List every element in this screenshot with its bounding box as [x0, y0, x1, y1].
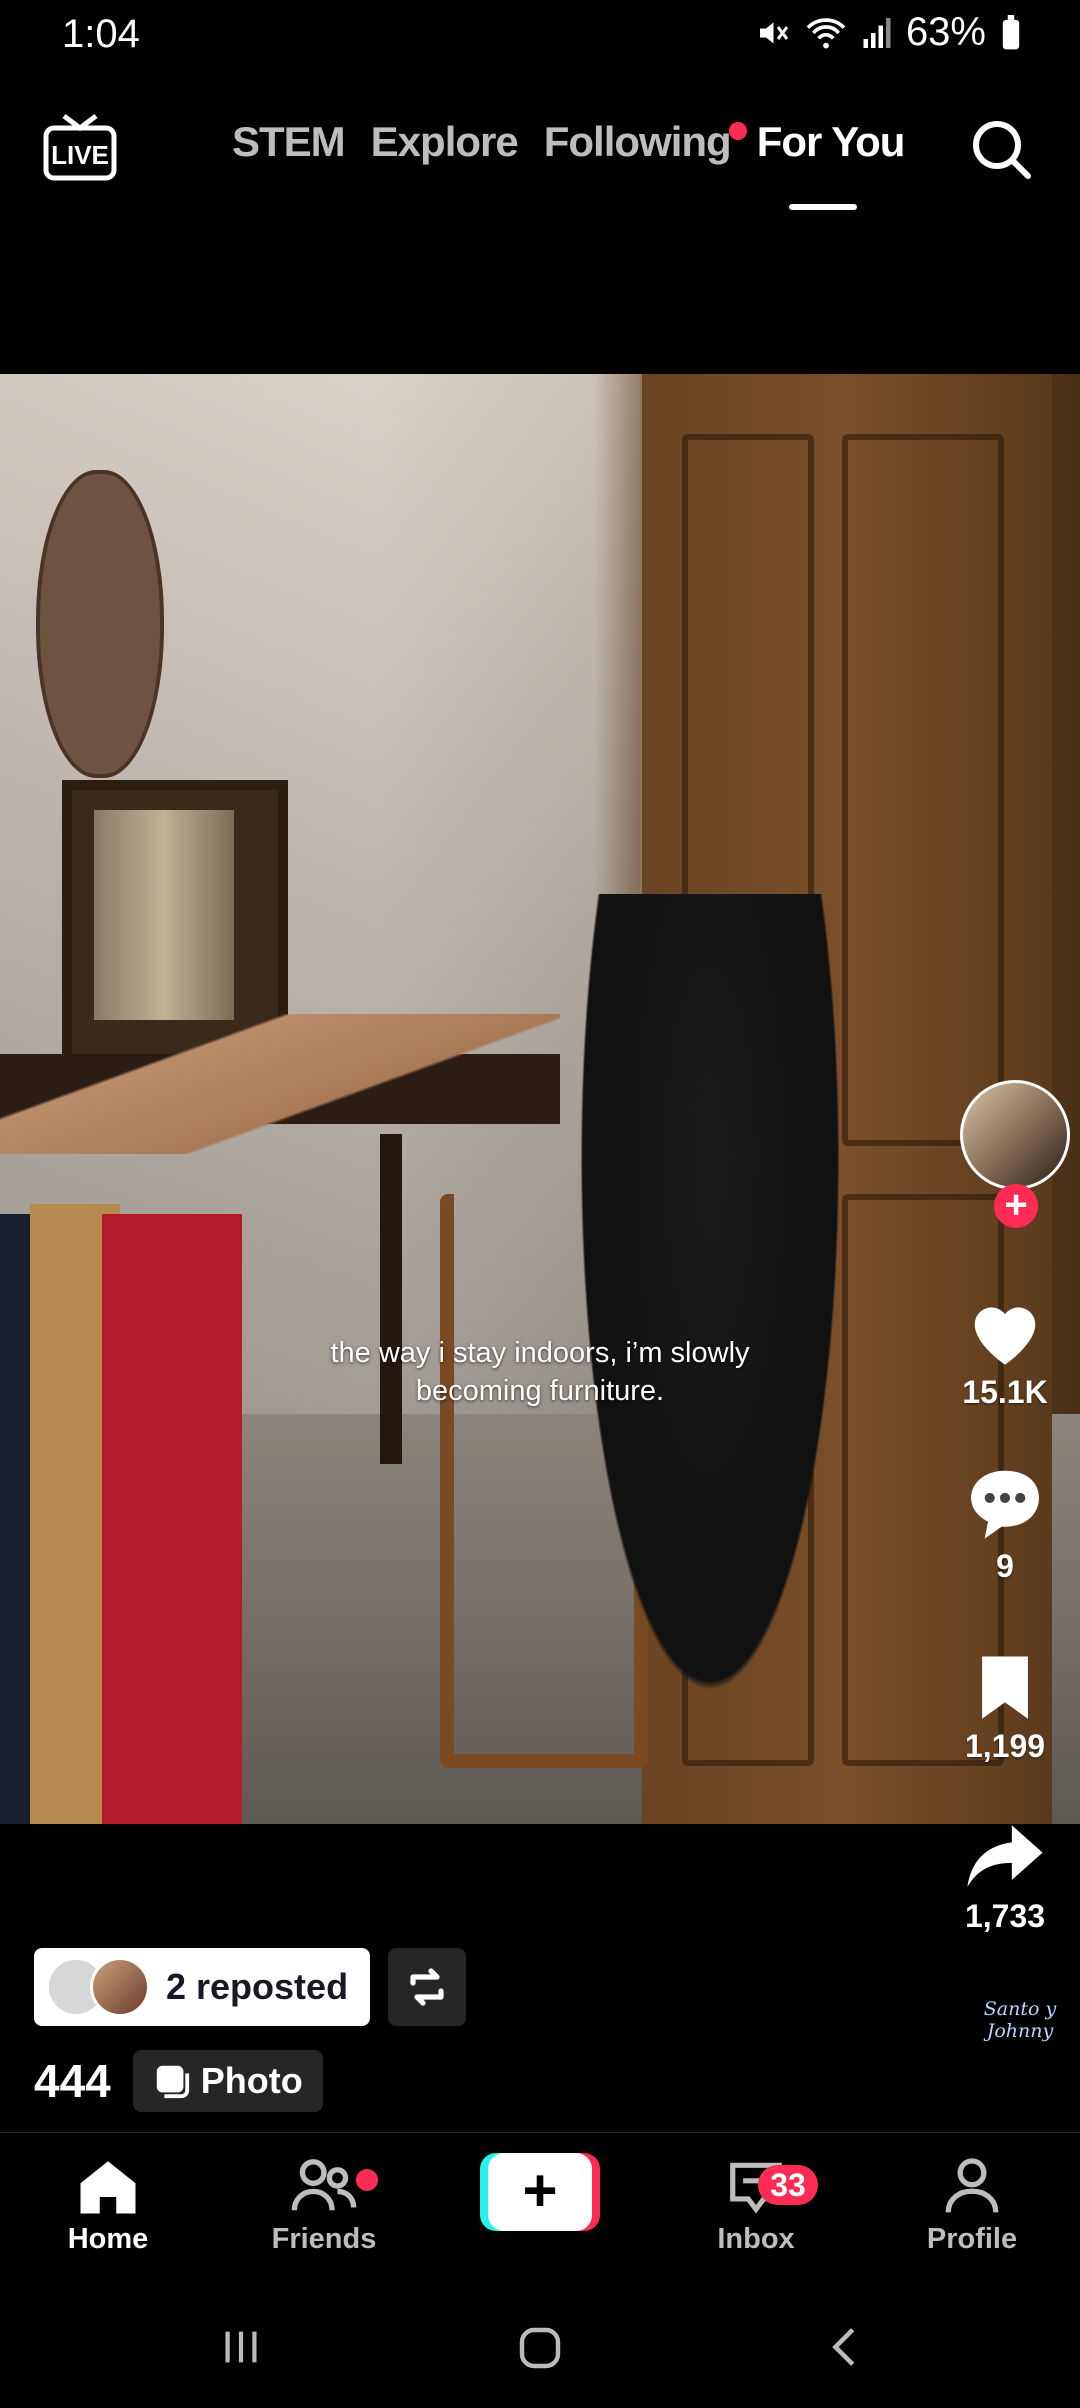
recent-apps-icon[interactable]	[218, 2324, 264, 2370]
battery-icon	[1002, 14, 1020, 49]
tab-following-label: Following	[543, 118, 732, 165]
status-bar: 1:04 63%	[0, 0, 1080, 70]
repost-row: 2 reposted	[34, 1948, 467, 2026]
svg-text:LIVE: LIVE	[51, 140, 109, 170]
nav-profile-label: Profile	[926, 2223, 1018, 2255]
active-tab-indicator	[788, 204, 857, 210]
like-button[interactable]: 15.1K	[930, 1294, 1080, 1411]
signal-icon	[863, 17, 891, 48]
post-photo[interactable]: the way i stay indoors, i’m slowly becom…	[0, 374, 1080, 1824]
heart-icon	[974, 1307, 1036, 1365]
bare-legs	[0, 1014, 560, 1154]
follow-button[interactable]: +	[994, 1184, 1038, 1228]
repost-button[interactable]	[388, 1948, 467, 2026]
battery-percent: 63%	[905, 10, 986, 54]
wall-plaque	[36, 470, 164, 778]
save-button[interactable]: 1,199	[930, 1650, 1080, 1765]
nav-home-label: Home	[67, 2223, 149, 2255]
caption-text: the way i stay indoors, i’m slowly becom…	[330, 1337, 750, 1407]
friends-notification-dot	[356, 2169, 378, 2191]
creator-avatar-wrap[interactable]: +	[960, 1080, 1070, 1230]
plus-icon: +	[488, 2153, 592, 2231]
live-button[interactable]: LIVE	[42, 112, 118, 182]
repost-avatars	[46, 1957, 150, 2017]
system-navigation	[0, 2282, 1080, 2408]
profile-icon	[945, 2158, 999, 2213]
avatar	[90, 1957, 150, 2017]
feed-tabs: STEM Explore Following For You	[232, 118, 906, 210]
search-button[interactable]	[968, 116, 1034, 182]
bottom-navigation: Home Friends + Inbox 33 Profile	[0, 2132, 1080, 2283]
fabric-red	[102, 1214, 242, 1824]
mute-icon	[759, 22, 789, 43]
wifi-icon	[806, 17, 846, 48]
bookmark-icon	[982, 1656, 1028, 1719]
notification-dot	[728, 122, 747, 140]
reposted-pill[interactable]: 2 reposted	[34, 1948, 371, 2026]
tab-for-you[interactable]: For You	[756, 118, 906, 210]
nav-friends-label: Friends	[271, 2223, 377, 2255]
save-count: 1,199	[964, 1728, 1046, 1764]
repost-icon	[410, 1968, 444, 2006]
home-button-icon[interactable]	[516, 2324, 564, 2372]
post-caption: the way i stay indoors, i’m slowly becom…	[0, 1334, 1080, 1410]
search-icon	[973, 121, 1031, 179]
top-navigation: LIVE STEM Explore Following For You	[0, 100, 1080, 220]
reposted-label: 2 reposted	[166, 1966, 349, 2007]
music-disc[interactable]: Santo y Johnny	[972, 1980, 1068, 2090]
nav-home[interactable]: Home	[28, 2155, 188, 2256]
nav-friends[interactable]: Friends	[244, 2155, 404, 2256]
post-count: 444	[34, 2055, 111, 2107]
photo-label: Photo	[200, 2060, 303, 2101]
live-tv-icon: LIVE	[43, 114, 117, 181]
like-count: 15.1K	[962, 1374, 1048, 1410]
tab-for-you-label: For You	[756, 118, 906, 165]
status-time: 1:04	[62, 12, 140, 56]
nav-profile[interactable]: Profile	[892, 2155, 1052, 2256]
status-icons: 63%	[754, 10, 1022, 55]
nav-inbox[interactable]: Inbox 33	[676, 2155, 836, 2256]
comment-count: 9	[996, 1548, 1014, 1584]
comment-icon	[971, 1470, 1039, 1539]
music-brand-text: Santo y Johnny	[983, 1998, 1057, 2042]
share-arrow-icon	[967, 1825, 1043, 1887]
photo-mode-pill[interactable]: Photo	[132, 2050, 323, 2112]
friends-icon	[291, 2159, 357, 2211]
inbox-badge: 33	[758, 2165, 818, 2205]
comment-button[interactable]: 9	[930, 1464, 1080, 1585]
create-button[interactable]: +	[480, 2153, 600, 2231]
meta-row: 444 Photo	[34, 2050, 323, 2112]
tab-following[interactable]: Following	[543, 118, 747, 166]
table-leg	[380, 1134, 402, 1464]
home-icon	[80, 2161, 136, 2214]
back-icon[interactable]	[822, 2324, 868, 2370]
photo-icon	[156, 2065, 189, 2099]
creator-avatar[interactable]	[960, 1080, 1070, 1190]
tab-stem[interactable]: STEM	[232, 118, 346, 166]
tab-explore[interactable]: Explore	[371, 118, 519, 166]
share-count: 1,733	[964, 1898, 1046, 1934]
share-button[interactable]: 1,733	[930, 1820, 1080, 1935]
nav-inbox-label: Inbox	[717, 2223, 795, 2255]
